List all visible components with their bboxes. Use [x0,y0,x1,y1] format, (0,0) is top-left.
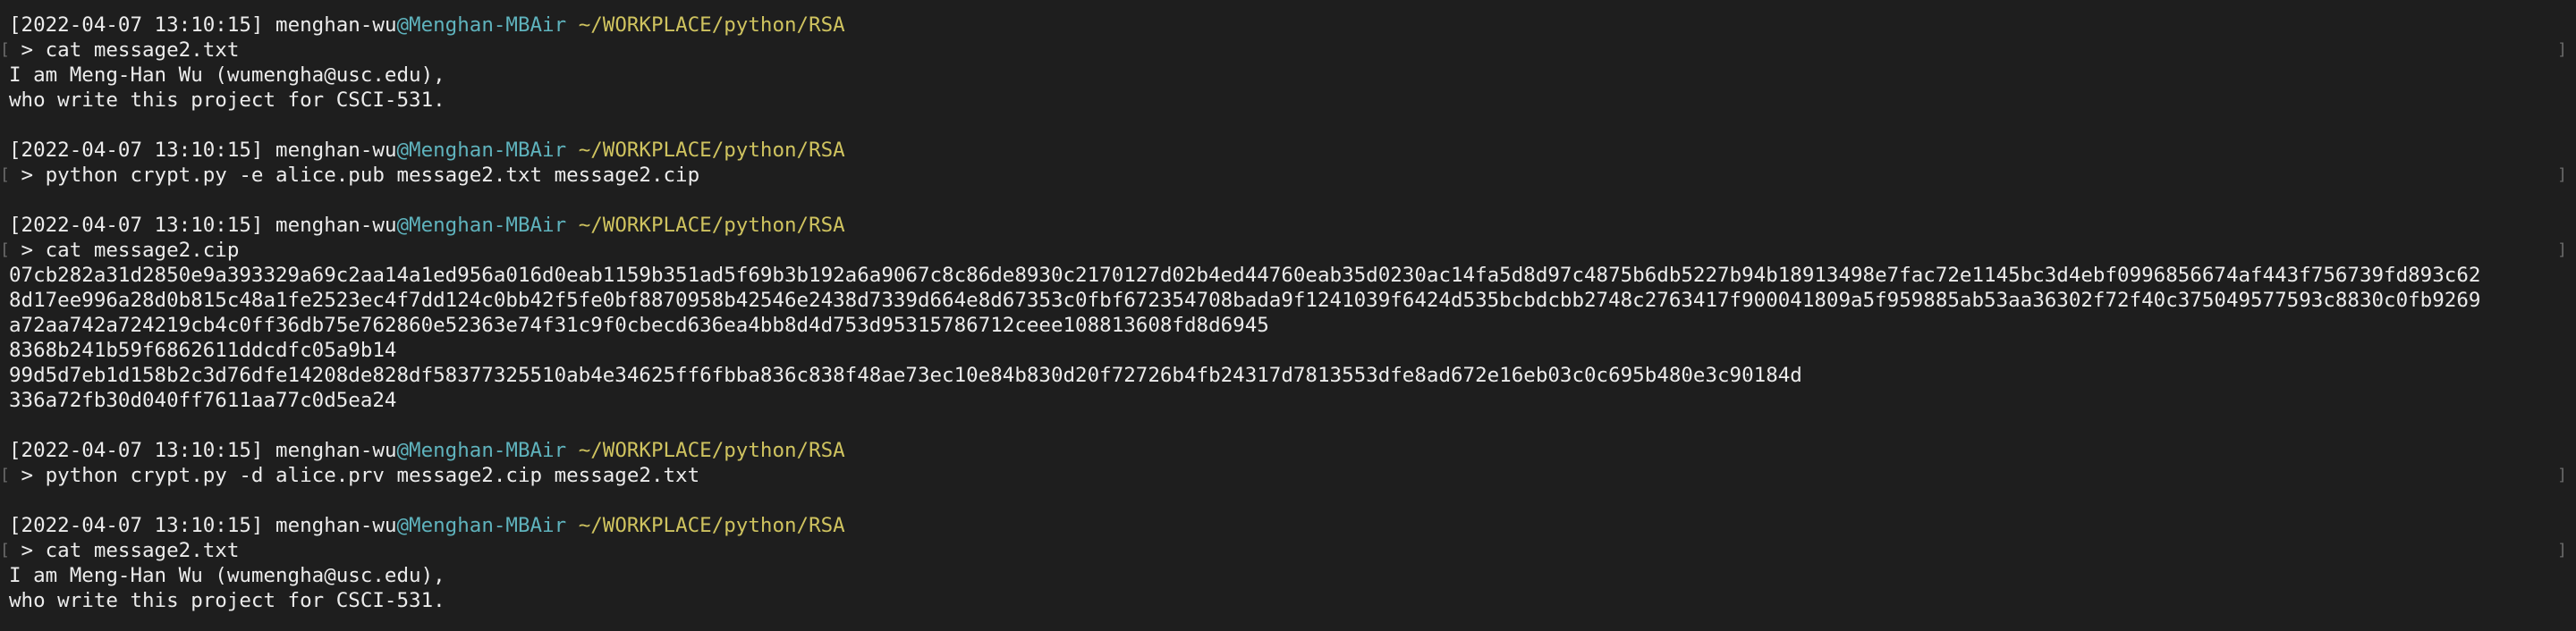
prompt-timestamp: [2022-04-07 13:10:15] [9,214,264,237]
prompt-timestamp: [2022-04-07 13:10:15] [9,439,264,462]
prompt-host: @Menghan-MBAir [396,514,567,537]
command-line[interactable]: [ > python crypt.py -d alice.prv message… [0,463,2576,488]
prompt-path: ~/WORKPLACE/python/RSA [578,13,845,37]
prompt-user: menghan-wu [275,439,397,462]
output-line: 99d5d7eb1d158b2c3d76dfe14208de828df58377… [9,364,1802,387]
prompt-line: [2022-04-07 13:10:15] menghan-wu@Menghan… [9,438,845,463]
command-line[interactable]: [ > cat message2.txt] [0,538,2576,563]
command-line[interactable]: [ > cat message2.cip] [0,238,2576,263]
right-bracket-marker: ] [2557,541,2567,559]
prompt-user: menghan-wu [275,514,397,537]
prompt-user: menghan-wu [275,214,397,237]
output-line: 8368b241b59f6862611ddcdfc05a9b14 [9,339,397,362]
prompt-host: @Menghan-MBAir [396,439,567,462]
prompt-host: @Menghan-MBAir [396,139,567,162]
right-bracket-marker: ] [2557,466,2567,484]
prompt-line: [2022-04-07 13:10:15] menghan-wu@Menghan… [9,213,845,238]
command-text: > cat message2.txt [9,38,240,62]
prompt-path: ~/WORKPLACE/python/RSA [578,139,845,162]
output-line: 07cb282a31d2850e9a393329a69c2aa14a1ed956… [9,264,2481,287]
command-text: > python crypt.py -d alice.prv message2.… [9,464,700,487]
command-line[interactable]: [ > python crypt.py -e alice.pub message… [0,163,2576,188]
prompt-line: [2022-04-07 13:10:15] menghan-wu@Menghan… [9,13,845,38]
command-line[interactable]: [ > cat message2.txt] [0,38,2576,63]
prompt-timestamp: [2022-04-07 13:10:15] [9,139,264,162]
output-line: I am Meng-Han Wu (wumengha@usc.edu), [9,63,445,87]
command-text: > python crypt.py -e alice.pub message2.… [9,164,700,187]
terminal-window[interactable]: [2022-04-07 13:10:15] menghan-wu@Menghan… [0,0,2576,631]
prompt-timestamp: [2022-04-07 13:10:15] [9,514,264,537]
prompt-path: ~/WORKPLACE/python/RSA [578,439,845,462]
prompt-line: [2022-04-07 13:10:15] menghan-wu@Menghan… [9,513,845,538]
prompt-line: [2022-04-07 13:10:15] menghan-wu@Menghan… [9,138,845,163]
command-text: > cat message2.cip [9,239,240,262]
prompt-path: ~/WORKPLACE/python/RSA [578,214,845,237]
prompt-host: @Menghan-MBAir [396,214,567,237]
output-line: I am Meng-Han Wu (wumengha@usc.edu), [9,564,445,587]
prompt-user: menghan-wu [275,139,397,162]
output-line: 8d17ee996a28d0b815c48a1fe2523ec4f7dd124c… [9,289,2481,312]
prompt-user: menghan-wu [275,13,397,37]
output-line: a72aa742a724219cb4c0ff36db75e762860e5236… [9,314,1269,337]
output-line: 336a72fb30d040ff7611aa77c0d5ea24 [9,389,397,412]
right-bracket-marker: ] [2557,40,2567,59]
output-line: who write this project for CSCI-531. [9,589,445,612]
command-text: > cat message2.txt [9,539,240,562]
prompt-timestamp: [2022-04-07 13:10:15] [9,13,264,37]
output-line: who write this project for CSCI-531. [9,88,445,112]
right-bracket-marker: ] [2557,165,2567,184]
right-bracket-marker: ] [2557,240,2567,259]
prompt-path: ~/WORKPLACE/python/RSA [578,514,845,537]
prompt-host: @Menghan-MBAir [396,13,567,37]
